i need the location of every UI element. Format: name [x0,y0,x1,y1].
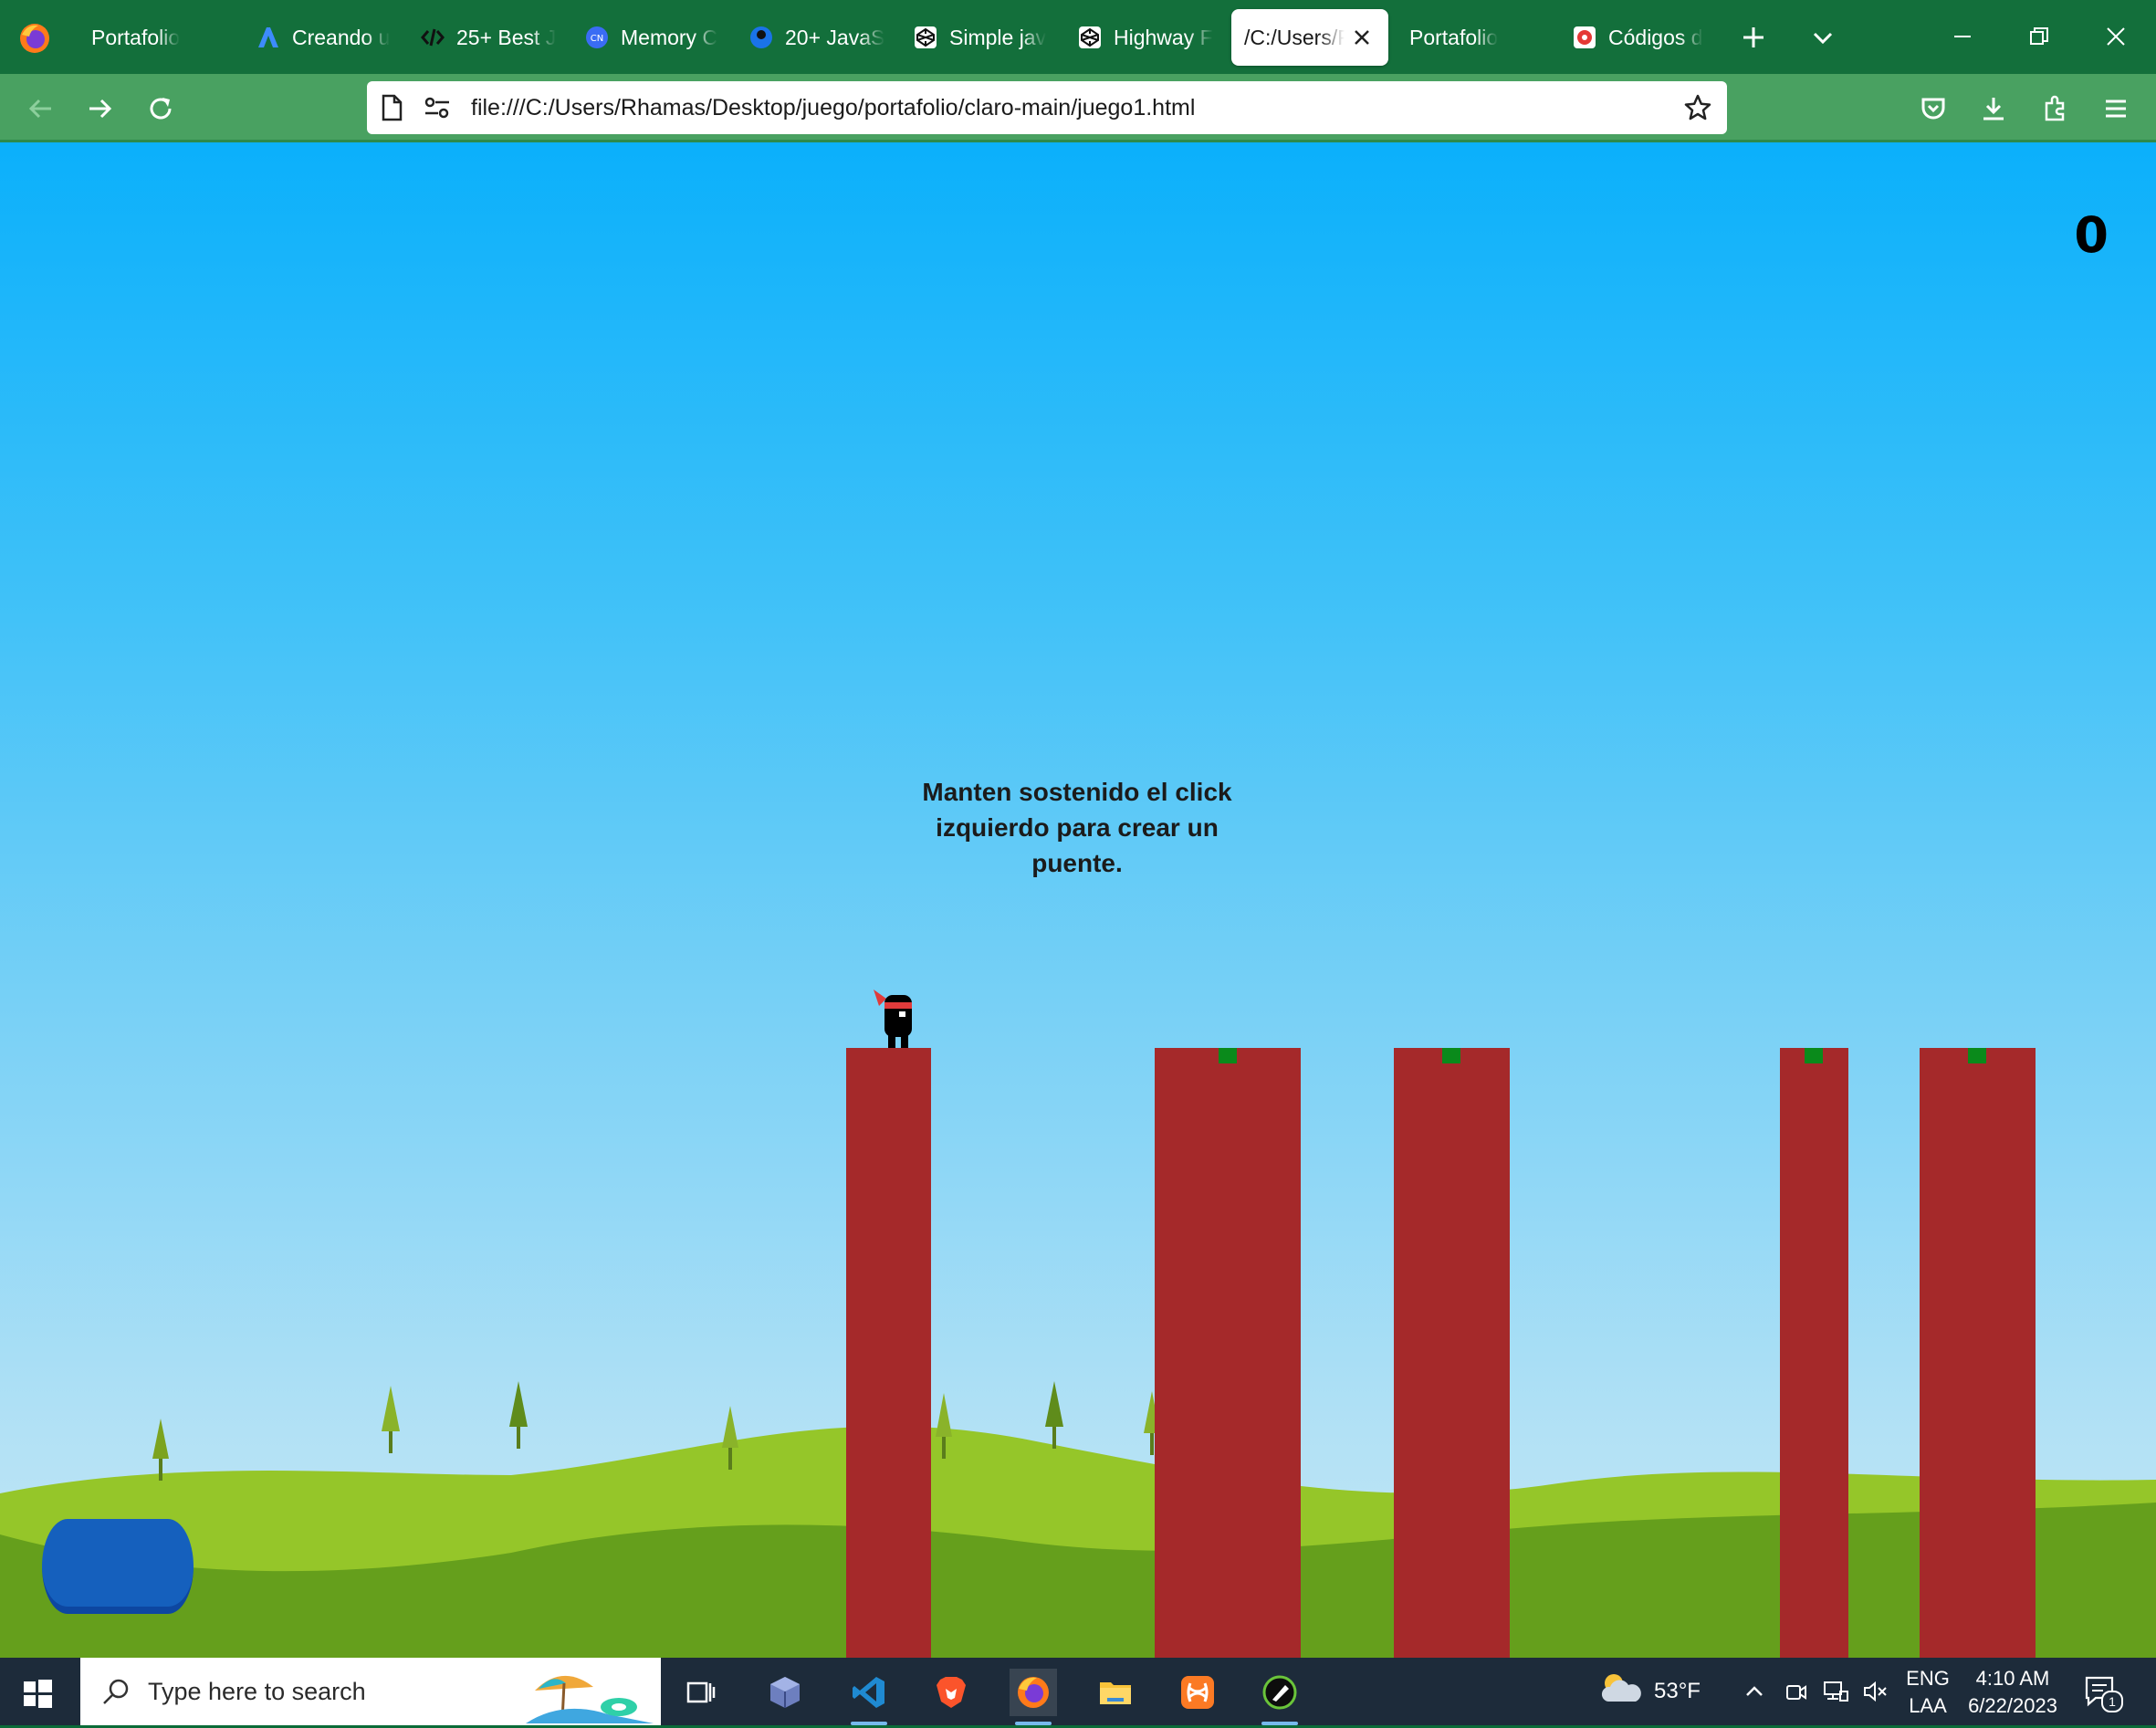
tab-portafolio[interactable]: Portafolio [91,9,237,66]
site-permissions-icon[interactable] [424,96,451,124]
url-bar[interactable]: file:///C:/Users/Rhamas/Desktop/juego/po… [367,81,1727,134]
tab-label: Portafolio [91,25,181,49]
mountain-icon [256,25,281,50]
pocket-icon[interactable] [1915,90,1952,127]
platform-perfect-area [1968,1048,1986,1063]
score-counter: 0 [2074,206,2109,264]
list-tabs-chevron-down-icon[interactable] [1805,20,1840,55]
tab-active-juego[interactable]: /C:/Users/R [1231,9,1388,66]
vscode-icon[interactable] [845,1669,893,1725]
xampp-icon[interactable] [1174,1669,1221,1716]
site-icon [1572,25,1597,50]
codenewbie-icon: CN [584,25,610,50]
extensions-icon[interactable] [2037,90,2074,127]
network-icon[interactable] [1822,1658,1849,1725]
restart-button[interactable] [42,1519,194,1614]
tab-label: Portafolio [1409,25,1499,49]
restore-icon[interactable] [2019,16,2059,57]
notifications-icon[interactable]: 1 [2083,1674,2123,1712]
forward-arrow-icon[interactable] [82,90,119,127]
navigation-toolbar: file:///C:/Users/Rhamas/Desktop/juego/po… [0,74,2156,141]
tab-label: Highway F [1114,25,1213,49]
windows-taskbar: Type here to search 53°F ENG LAA 4:10 AM… [0,1658,2156,1725]
tab-best-js[interactable]: 25+ Best J [420,9,557,66]
system-clock[interactable]: 4:10 AM 6/22/2023 [1962,1665,2063,1720]
search-icon [100,1676,131,1712]
task-view-icon[interactable] [677,1669,725,1716]
tab-codigos[interactable]: Códigos d [1572,9,1709,66]
tab-label: 25+ Best J [456,25,557,49]
windows-start-icon[interactable] [18,1674,57,1712]
instructions-text: Manten sostenido el click izquierdo para… [922,778,1232,877]
site-icon [748,25,774,50]
url-text[interactable]: file:///C:/Users/Rhamas/Desktop/juego/po… [471,95,1195,121]
tab-label: 20+ JavaS [785,25,885,49]
reload-icon[interactable] [142,90,179,127]
platform [1394,1048,1510,1658]
speaker-muted-icon[interactable] [1862,1658,1889,1725]
close-window-icon[interactable] [2096,16,2136,57]
brave-browser-icon[interactable] [927,1669,975,1716]
firefox-taskbar-icon[interactable] [1010,1669,1057,1725]
platform [1155,1048,1301,1658]
new-tab-plus-icon[interactable] [1736,20,1771,55]
clock-time: 4:10 AM [1975,1667,2050,1690]
hamburger-menu-icon[interactable] [2098,90,2134,127]
codepen-icon [913,25,938,50]
back-arrow-icon[interactable] [22,90,58,127]
taskbar-search-box[interactable]: Type here to search [80,1658,661,1725]
firefox-logo-icon[interactable] [18,22,51,55]
file-explorer-icon[interactable] [1092,1669,1139,1716]
tab-portafolio-2[interactable]: Portafolio [1409,9,1555,66]
input-language[interactable]: ENG LAA [1900,1665,1955,1720]
inkscape-pen-icon[interactable] [1256,1669,1303,1725]
language-code: ENG [1906,1667,1950,1690]
tab-creando[interactable]: Creando u [256,9,392,66]
platform [846,1048,931,1658]
search-highlight-beach-icon [526,1663,654,1728]
tab-memory[interactable]: CN Memory C [584,9,721,66]
tab-label: Códigos d [1608,25,1703,49]
svg-text:CN: CN [591,34,603,44]
tab-strip: Portafolio Creando u 25+ Best J CN Memor… [0,0,2156,74]
tab-simple-js[interactable]: Simple jav [913,9,1050,66]
platform-perfect-area [1219,1048,1237,1063]
tab-20-javascript[interactable]: 20+ JavaS [748,9,885,66]
tab-label: Creando u [292,25,391,49]
close-tab-icon[interactable] [1350,26,1374,49]
game-canvas[interactable]: 0 Manten sostenido el click izquierdo pa… [0,142,2156,1658]
weather-widget[interactable]: 53°F [1599,1658,1701,1725]
downloads-icon[interactable] [1975,90,2012,127]
notification-count: 1 [2101,1691,2123,1712]
codepen-icon [1077,25,1103,50]
platform-perfect-area [1442,1048,1460,1063]
platform [1780,1048,1848,1658]
keyboard-layout: LAA [1909,1694,1947,1717]
weather-temperature: 53°F [1654,1679,1701,1703]
tab-label: Simple jav [949,25,1047,49]
tab-highway[interactable]: Highway F [1077,9,1214,66]
show-hidden-icons-chevron-up-icon[interactable] [1742,1658,1767,1725]
cube-app-icon[interactable] [761,1669,809,1716]
platform [1920,1048,2036,1658]
page-icon [380,94,403,126]
tab-label: /C:/Users/R [1244,25,1345,49]
tab-label: Memory C [621,25,718,49]
ninja-hero [874,990,912,1048]
meet-now-icon[interactable] [1784,1658,1809,1725]
minimize-icon[interactable] [1942,16,1983,57]
platform-perfect-area [1805,1048,1823,1063]
clock-date: 6/22/2023 [1968,1694,2057,1717]
cloudy-night-icon [1599,1670,1643,1713]
bookmark-star-icon[interactable] [1683,93,1712,127]
search-placeholder: Type here to search [148,1678,366,1705]
code-icon [420,25,445,50]
